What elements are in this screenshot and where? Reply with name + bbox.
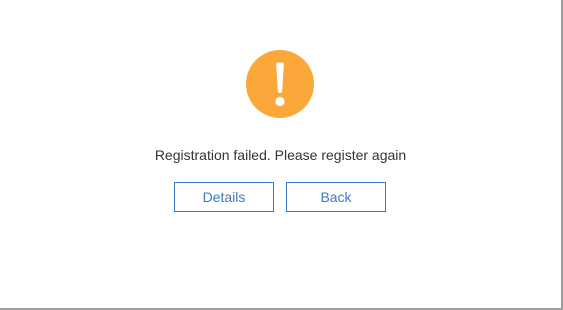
registration-failed-dialog: Registration failed. Please register aga… [0,0,563,310]
back-button[interactable]: Back [286,182,386,212]
details-button[interactable]: Details [174,182,274,212]
warning-icon [246,50,314,118]
error-message: Registration failed. Please register aga… [154,147,407,163]
